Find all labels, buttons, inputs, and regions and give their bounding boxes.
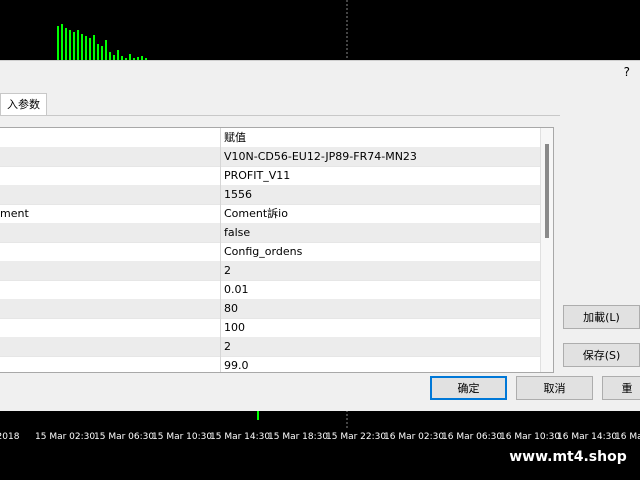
inputs-dialog: ? 入参数 赋值 V10N-CD56-EU12-JP89-FR74-MN23 PR… — [0, 60, 640, 411]
cell-variable — [0, 223, 220, 242]
cell-variable — [0, 299, 220, 318]
cell-value[interactable]: 2 — [220, 261, 538, 280]
vertical-scrollbar[interactable] — [540, 128, 553, 372]
time-tick: r 2018 — [0, 432, 20, 442]
table-header-row: 赋值 — [0, 128, 540, 148]
cell-variable — [0, 356, 220, 372]
cell-variable — [0, 337, 220, 356]
table-row[interactable]: ment Coment訴io — [0, 204, 540, 224]
table-row[interactable]: false — [0, 223, 540, 243]
time-tick: 16 Mar 14:30 — [557, 432, 618, 442]
table-row[interactable]: 99.0 — [0, 356, 540, 372]
cell-value[interactable]: 2 — [220, 337, 538, 356]
candlestick-series — [57, 24, 147, 60]
table-row[interactable]: PROFIT_V11 — [0, 166, 540, 186]
cell-variable — [0, 280, 220, 299]
table-row[interactable]: 100 — [0, 318, 540, 338]
header-variable — [0, 128, 220, 147]
cell-value[interactable]: V10N-CD56-EU12-JP89-FR74-MN23 — [220, 147, 538, 166]
cell-variable — [0, 147, 220, 166]
time-tick: 15 Mar 18:30 — [268, 432, 329, 442]
cell-value[interactable]: Coment訴io — [220, 204, 538, 223]
table-row[interactable]: 0.01 — [0, 280, 540, 300]
cell-value[interactable]: 99.0 — [220, 356, 538, 372]
cell-value[interactable]: 80 — [220, 299, 538, 318]
reset-button[interactable]: 重 — [602, 376, 640, 400]
load-button[interactable]: 加載(L) — [563, 305, 640, 329]
time-tick: 15 Mar 06:30 — [94, 432, 155, 442]
table-row[interactable]: 80 — [0, 299, 540, 319]
cell-variable — [0, 242, 220, 261]
site-watermark: www.mt4.shop — [496, 444, 640, 470]
table-row[interactable]: V10N-CD56-EU12-JP89-FR74-MN23 — [0, 147, 540, 167]
time-tick: 16 Mar 10:30 — [500, 432, 561, 442]
table-row[interactable]: 1556 — [0, 185, 540, 205]
cell-value[interactable]: Config_ordens — [220, 242, 538, 261]
cell-variable — [0, 185, 220, 204]
time-tick: 15 Mar 02:30 — [35, 432, 96, 442]
cell-variable: ment — [0, 207, 29, 220]
cell-value[interactable]: 0.01 — [220, 280, 538, 299]
scroll-thumb[interactable] — [545, 144, 549, 238]
table-row[interactable]: Config_ordens — [0, 242, 540, 262]
cell-value[interactable]: PROFIT_V11 — [220, 166, 538, 185]
time-tick: 15 Mar 22:30 — [326, 432, 387, 442]
cell-value[interactable]: 1556 — [220, 185, 538, 204]
cell-variable — [0, 318, 220, 337]
time-tick: 16 Mar 06:30 — [442, 432, 503, 442]
parameters-grid: 赋值 V10N-CD56-EU12-JP89-FR74-MN23 PROFIT_V… — [0, 127, 554, 373]
cell-variable — [0, 166, 220, 185]
table-row[interactable]: 2 — [0, 261, 540, 281]
tab-divider — [0, 115, 560, 116]
cancel-button[interactable]: 取消 — [516, 376, 593, 400]
tab-inputs[interactable]: 入参数 — [0, 93, 47, 116]
help-button[interactable]: ? — [624, 65, 630, 79]
time-tick: 15 Mar 14:30 — [210, 432, 271, 442]
header-value: 赋值 — [220, 128, 538, 147]
table-row[interactable]: 2 — [0, 337, 540, 357]
cell-variable — [0, 261, 220, 280]
cell-value[interactable]: 100 — [220, 318, 538, 337]
time-tick: 16 Mar 02:30 — [384, 432, 445, 442]
cell-value[interactable]: false — [220, 223, 538, 242]
time-tick: 16 Mar — [615, 432, 640, 442]
ok-button[interactable]: 确定 — [430, 376, 507, 400]
save-button[interactable]: 保存(S) — [563, 343, 640, 367]
time-tick: 15 Mar 10:30 — [152, 432, 213, 442]
